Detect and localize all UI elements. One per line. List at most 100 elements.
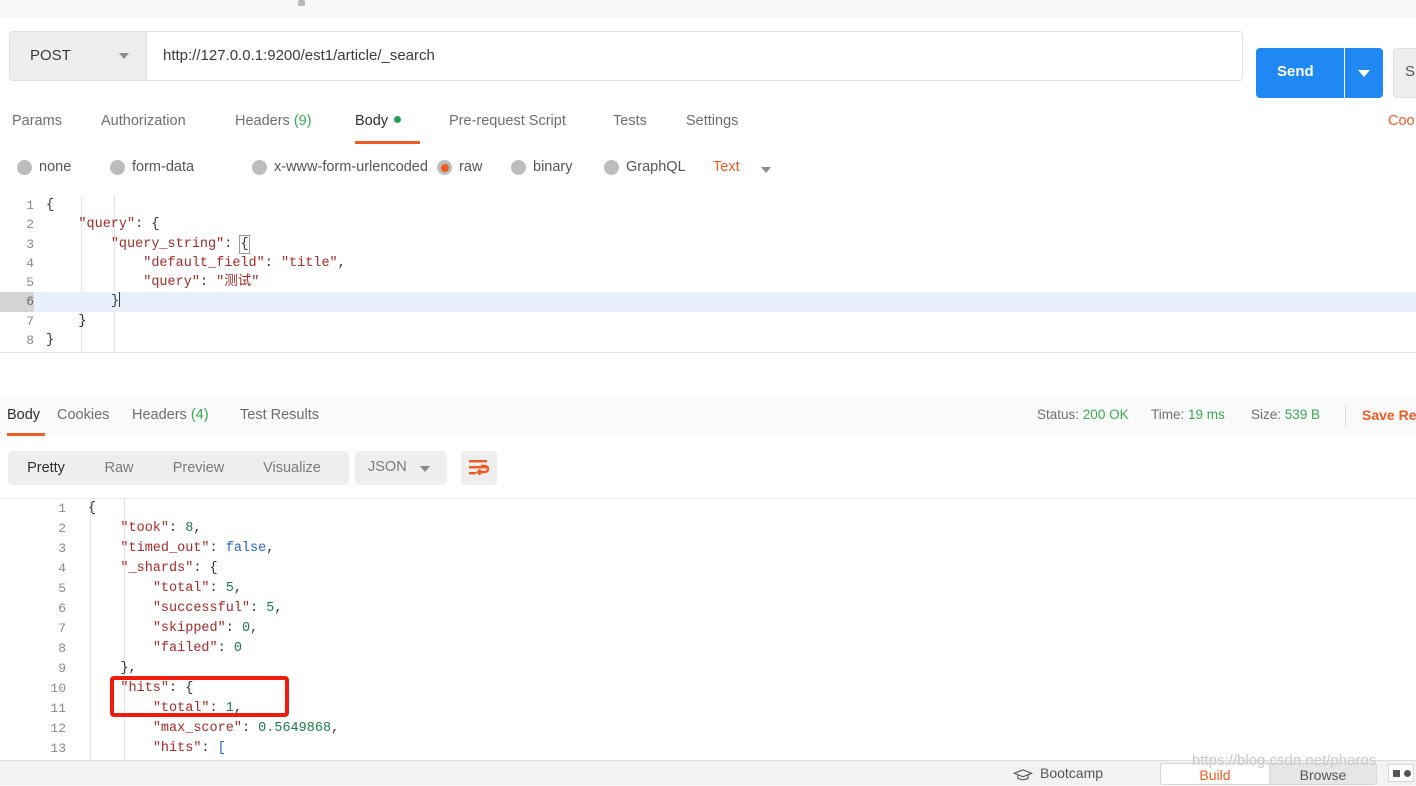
- save-request-label: S: [1405, 63, 1416, 80]
- code-line: 7 "skipped": 0,: [0, 619, 1416, 639]
- save-request-button[interactable]: S: [1393, 48, 1416, 98]
- token-punct: }: [110, 294, 119, 310]
- radio-label: x-www-form-urlencoded: [274, 159, 428, 175]
- code-line: 6 "successful": 5,: [0, 599, 1416, 619]
- http-method-select[interactable]: POST: [9, 31, 146, 81]
- request-url-row: POST http://127.0.0.1:9200/est1/article/…: [0, 18, 1416, 98]
- response-tab-cookies[interactable]: Cookies: [57, 396, 117, 436]
- tab-label: Pre-request Script: [449, 113, 566, 129]
- line-number: 9: [58, 661, 66, 676]
- divider: [1345, 405, 1346, 427]
- radio-label: GraphQL: [626, 159, 686, 175]
- line-number: 4: [58, 561, 66, 576]
- code-line: 4 "default_field": "title",: [0, 254, 1416, 273]
- response-tab-headers[interactable]: Headers (4): [132, 396, 219, 436]
- request-tab-tests[interactable]: Tests: [613, 100, 652, 144]
- line-number: 10: [50, 681, 66, 696]
- bootcamp-link[interactable]: Bootcamp: [1040, 765, 1103, 781]
- request-tab-settings[interactable]: Settings: [686, 100, 745, 144]
- request-tab-body[interactable]: Body: [355, 100, 420, 144]
- response-tab-test-results[interactable]: Test Results: [240, 396, 331, 436]
- build-mode-button[interactable]: Build: [1160, 763, 1270, 785]
- code-line: 8 "failed": 0: [0, 639, 1416, 659]
- tab-label: Body: [355, 113, 402, 129]
- token-key: "default_field": [143, 255, 265, 271]
- token-punct: :: [209, 581, 226, 596]
- url-input[interactable]: http://127.0.0.1:9200/est1/article/_sear…: [146, 31, 1243, 81]
- send-options-button[interactable]: [1345, 48, 1383, 98]
- size-label: Size:: [1251, 407, 1282, 422]
- code-line: 3 "query_string": {: [0, 234, 1416, 254]
- code-text: },: [88, 659, 136, 679]
- request-tab-params[interactable]: Params: [12, 100, 66, 144]
- token-punct: :: [201, 741, 218, 756]
- token-punct: ,: [233, 581, 242, 596]
- status-value: 200 OK: [1082, 407, 1129, 422]
- layout-toggle-icons[interactable]: [1388, 764, 1414, 782]
- code-text: "query_string": {: [46, 234, 250, 254]
- code-text: "failed": 0: [88, 639, 242, 659]
- code-text: }: [46, 312, 86, 331]
- chevron-down-icon: [119, 53, 129, 59]
- view-mode-preview[interactable]: Preview: [154, 451, 243, 485]
- code-line: 9 },: [0, 659, 1416, 679]
- window-tab-strip: [0, 0, 1416, 19]
- token-bool: false: [225, 541, 267, 556]
- token-punct: ,: [331, 721, 340, 736]
- line-number: 1: [58, 501, 66, 516]
- response-view-mode-group: Pretty Raw Preview Visualize: [8, 451, 349, 485]
- tab-label: Headers (9): [235, 113, 312, 129]
- token-punct: ,: [193, 521, 202, 536]
- code-line: 6 }: [0, 292, 1416, 312]
- radio-label: binary: [533, 159, 573, 175]
- code-text: }: [46, 331, 54, 350]
- token-num: 5: [225, 581, 234, 596]
- word-wrap-button[interactable]: [461, 451, 497, 485]
- request-body-editor[interactable]: 1{2 "query": {3 "query_string": {4 "defa…: [0, 196, 1416, 353]
- radio-label: none: [39, 159, 72, 175]
- request-tab-authorization[interactable]: Authorization: [101, 100, 200, 144]
- body-text-format-select[interactable]: Text: [713, 159, 740, 175]
- response-tab-body[interactable]: Body: [7, 396, 45, 436]
- token-num: 0.5649868: [258, 721, 332, 736]
- token-punct: : {: [193, 561, 218, 576]
- token-punct: :: [224, 236, 241, 252]
- token-punct: : {: [135, 217, 160, 233]
- request-tab-headers[interactable]: Headers (9): [235, 100, 319, 144]
- view-mode-visualize[interactable]: Visualize: [243, 451, 341, 485]
- token-punct: :: [241, 721, 259, 736]
- view-mode-pretty[interactable]: Pretty: [8, 451, 84, 485]
- chevron-down-icon: [420, 466, 430, 472]
- save-response-button[interactable]: Save Re:: [1362, 407, 1416, 423]
- token-key: "failed": [152, 641, 218, 656]
- token-key: "测试": [216, 275, 260, 291]
- response-body-editor[interactable]: 1{2 "took": 8, 3 "timed_out": false, 4 "_s…: [0, 498, 1416, 761]
- send-button[interactable]: Send: [1256, 48, 1344, 98]
- browse-mode-button[interactable]: Browse: [1269, 763, 1377, 785]
- code-line: 1{: [0, 499, 1416, 519]
- token-punct: :: [199, 275, 217, 291]
- cookies-link[interactable]: Coo: [1388, 113, 1415, 129]
- token-punct: :: [209, 541, 226, 556]
- request-tab-pre-request-script[interactable]: Pre-request Script: [449, 100, 578, 144]
- response-format-select[interactable]: JSON: [355, 451, 447, 485]
- token-num: 1: [225, 701, 234, 716]
- url-input-value: http://127.0.0.1:9200/est1/article/_sear…: [163, 47, 435, 64]
- tab-label: Params: [12, 113, 62, 129]
- code-text: "hits": {: [88, 679, 193, 699]
- code-line: 11 "total": 1,: [0, 699, 1416, 719]
- token-key: "skipped": [152, 621, 226, 636]
- code-line: 4 "_shards": {: [0, 559, 1416, 579]
- graduation-cap-icon: [1013, 769, 1033, 781]
- view-mode-raw[interactable]: Raw: [84, 451, 154, 485]
- tab-label: Cookies: [57, 407, 110, 423]
- line-number: 8: [26, 333, 34, 349]
- code-text: "skipped": 0,: [88, 619, 258, 639]
